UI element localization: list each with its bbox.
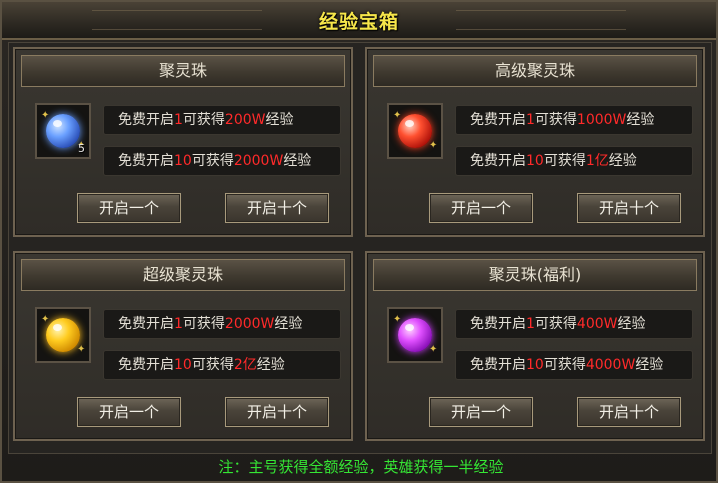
reward-row-one: 免费开启1可获得1000W经验: [455, 105, 693, 135]
open-ten-button[interactable]: 开启十个: [225, 193, 329, 223]
item-slot[interactable]: ✦ ✦: [387, 103, 443, 159]
open-ten-button[interactable]: 开启十个: [225, 397, 329, 427]
chest-card-basic: 聚灵珠 ✦ ✦ 5 免费开启1可获得200W经验 免费开启10可获得2000W经…: [13, 47, 353, 237]
reward-row-ten: 免费开启10可获得2亿经验: [103, 350, 341, 380]
sparkle-icon: ✦: [393, 110, 402, 121]
item-count: 5: [78, 142, 85, 155]
sparkle-icon: ✦: [429, 344, 438, 355]
title-ornament-left: [92, 10, 262, 30]
blue-orb-icon: [46, 114, 80, 148]
sparkle-icon: ✦: [77, 344, 86, 355]
reward-row-ten: 免费开启10可获得1亿经验: [455, 146, 693, 176]
title-ornament-right: [456, 10, 626, 30]
window-titlebar: 经验宝箱: [2, 2, 716, 40]
sparkle-icon: ✦: [41, 110, 50, 121]
open-one-button[interactable]: 开启一个: [429, 193, 533, 223]
sparkle-icon: ✦: [429, 140, 438, 151]
card-title: 聚灵珠: [21, 55, 345, 87]
purple-orb-icon: [398, 318, 432, 352]
chest-card-welfare: 聚灵珠(福利) ✦ ✦ 免费开启1可获得400W经验 免费开启10可获得4000…: [365, 251, 705, 441]
item-slot[interactable]: ✦ ✦: [35, 307, 91, 363]
open-ten-button[interactable]: 开启十个: [577, 397, 681, 427]
chest-card-advanced: 高级聚灵珠 ✦ ✦ 免费开启1可获得1000W经验 免费开启10可获得1亿经验 …: [365, 47, 705, 237]
item-slot[interactable]: ✦ ✦ 5: [35, 103, 91, 159]
open-one-button[interactable]: 开启一个: [429, 397, 533, 427]
window-title: 经验宝箱: [318, 11, 399, 33]
open-ten-button[interactable]: 开启十个: [577, 193, 681, 223]
card-title: 高级聚灵珠: [373, 55, 697, 87]
chest-grid: 聚灵珠 ✦ ✦ 5 免费开启1可获得200W经验 免费开启10可获得2000W经…: [8, 42, 712, 454]
chest-card-super: 超级聚灵珠 ✦ ✦ 免费开启1可获得2000W经验 免费开启10可获得2亿经验 …: [13, 251, 353, 441]
sparkle-icon: ✦: [41, 314, 50, 325]
item-slot[interactable]: ✦ ✦: [387, 307, 443, 363]
sparkle-icon: ✦: [393, 314, 402, 325]
open-one-button[interactable]: 开启一个: [77, 397, 181, 427]
card-title: 超级聚灵珠: [21, 259, 345, 291]
reward-row-ten: 免费开启10可获得4000W经验: [455, 350, 693, 380]
footer-note: 注：主号获得全额经验，英雄获得一半经验: [218, 458, 504, 476]
reward-row-ten: 免费开启10可获得2000W经验: [103, 146, 341, 176]
card-title: 聚灵珠(福利): [373, 259, 697, 291]
reward-row-one: 免费开启1可获得2000W经验: [103, 309, 341, 339]
open-one-button[interactable]: 开启一个: [77, 193, 181, 223]
exp-chest-window: 经验宝箱 聚灵珠 ✦ ✦ 5 免费开启1可获得200W经验 免费开启10可获得2…: [0, 0, 718, 483]
reward-row-one: 免费开启1可获得200W经验: [103, 105, 341, 135]
gold-orb-icon: [46, 318, 80, 352]
red-orb-icon: [398, 114, 432, 148]
reward-row-one: 免费开启1可获得400W经验: [455, 309, 693, 339]
